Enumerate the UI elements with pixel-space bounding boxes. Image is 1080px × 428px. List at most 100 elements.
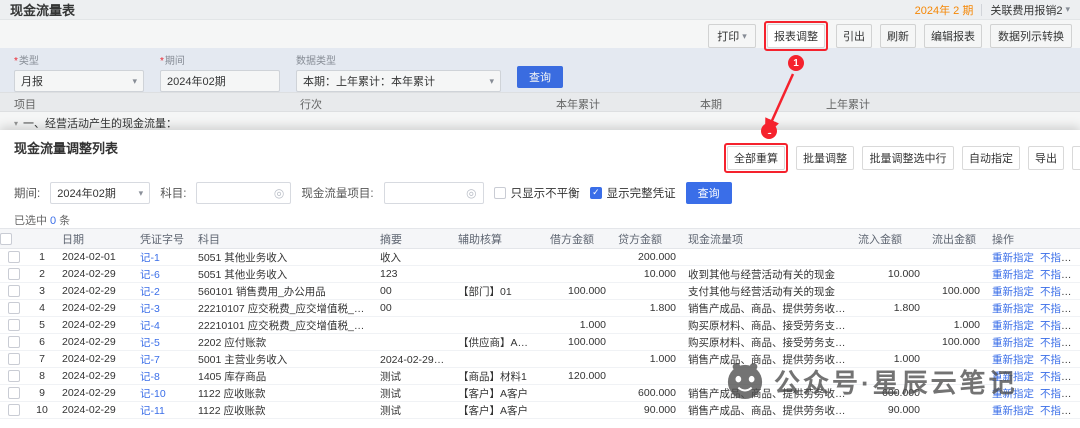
chevron-down-icon: ▾	[742, 32, 747, 41]
checkbox-icon[interactable]	[590, 187, 602, 199]
voucher-link[interactable]: 记-6	[140, 269, 160, 281]
cell-credit	[612, 368, 682, 385]
row-checkbox[interactable]	[8, 336, 20, 348]
report-query-button[interactable]: 查询	[517, 66, 563, 88]
voucher-link[interactable]: 记-11	[140, 405, 165, 417]
data-transform-button[interactable]: 数据列示转换	[990, 24, 1072, 48]
row-checkbox[interactable]	[8, 268, 20, 280]
auto-assign-button[interactable]: 自动指定	[962, 146, 1020, 170]
unassign-link[interactable]: 不指定	[1040, 337, 1072, 349]
reassign-link[interactable]: 重新指定	[992, 371, 1034, 383]
cell-subject: 2202 应付账款	[192, 334, 374, 351]
voucher-link[interactable]: 记-1	[140, 252, 160, 264]
cell-subject: 5051 其他业务收入	[192, 249, 374, 266]
cell-debit	[544, 351, 612, 368]
period-filter-select[interactable]: 2024年02期 ▾	[50, 182, 150, 204]
voucher-link[interactable]: 记-10	[140, 388, 166, 400]
lookup-icon[interactable]: ◎	[466, 187, 476, 199]
report-toolbar: 打印 ▾ 报表调整 1 引出 刷新 编辑报表 数据列示转换	[708, 21, 1072, 51]
clipped-toolbar-button[interactable]	[1072, 146, 1080, 170]
reassign-link[interactable]: 重新指定	[992, 337, 1034, 349]
cell-subject: 1122 应收账款	[192, 402, 374, 419]
batch-adjust-selected-button[interactable]: 批量调整选中行	[862, 146, 954, 170]
data-type-select[interactable]: 本期：上年累计：本年累计 ▾	[296, 70, 501, 92]
cell-voucher: 记-6	[134, 266, 192, 283]
row-checkbox[interactable]	[8, 404, 20, 416]
unassign-link[interactable]: 不指定	[1040, 354, 1072, 366]
row-checkbox[interactable]	[8, 302, 20, 314]
report-column-headers: 项目 行次 本年累计 本期 上年累计	[0, 92, 1080, 112]
period-filter-label: 期间:	[14, 185, 40, 201]
row-checkbox[interactable]	[8, 251, 20, 263]
cell-voucher: 记-7	[134, 351, 192, 368]
print-button[interactable]: 打印 ▾	[708, 24, 756, 48]
row-checkbox[interactable]	[8, 370, 20, 382]
select-all-checkbox[interactable]	[0, 233, 12, 245]
reassign-link[interactable]: 重新指定	[992, 269, 1034, 281]
voucher-link[interactable]: 记-7	[140, 354, 160, 366]
reassign-link[interactable]: 重新指定	[992, 354, 1034, 366]
panel-query-button[interactable]: 查询	[686, 182, 732, 204]
cell-summary: 123	[374, 266, 452, 283]
subject-filter-input[interactable]: ◎	[196, 182, 291, 204]
col-item: 现金流量项	[682, 229, 852, 249]
row-checkbox[interactable]	[8, 387, 20, 399]
voucher-link[interactable]: 记-8	[140, 371, 160, 383]
unassign-link[interactable]: 不指定	[1040, 286, 1072, 298]
collapse-icon[interactable]: ▾	[14, 119, 18, 128]
unassign-link[interactable]: 不指定	[1040, 388, 1072, 400]
cell-outflow	[926, 402, 986, 419]
unassign-link[interactable]: 不指定	[1040, 371, 1072, 383]
cell-voucher: 记-1	[134, 249, 192, 266]
lookup-icon[interactable]: ◎	[274, 187, 284, 199]
refresh-button[interactable]: 刷新	[880, 24, 916, 48]
cell-summary: 收入	[374, 249, 452, 266]
unassign-link[interactable]: 不指定	[1040, 252, 1072, 264]
reassign-link[interactable]: 重新指定	[992, 388, 1034, 400]
unassign-link[interactable]: 不指定	[1040, 303, 1072, 315]
row-checkbox[interactable]	[8, 353, 20, 365]
batch-adjust-button[interactable]: 批量调整	[796, 146, 854, 170]
unassign-link[interactable]: 不指定	[1040, 405, 1072, 417]
row-checkbox-cell	[0, 300, 28, 317]
row-checkbox-cell	[0, 249, 28, 266]
export-list-button[interactable]: 导出	[1028, 146, 1064, 170]
cell-credit	[612, 334, 682, 351]
report-period-input[interactable]: 2024年02期	[160, 70, 280, 92]
unassign-link[interactable]: 不指定	[1040, 269, 1072, 281]
cell-voucher: 记-11	[134, 402, 192, 419]
row-checkbox[interactable]	[8, 319, 20, 331]
col-date: 日期	[56, 229, 134, 249]
unassign-link[interactable]: 不指定	[1040, 320, 1072, 332]
voucher-link[interactable]: 记-3	[140, 303, 160, 315]
unbalanced-only-checkbox[interactable]: 只显示不平衡	[494, 185, 580, 201]
reassign-link[interactable]: 重新指定	[992, 320, 1034, 332]
cashflow-filter-input[interactable]: ◎	[384, 182, 484, 204]
cell-outflow: 100.000	[926, 334, 986, 351]
report-adjust-button[interactable]: 报表调整	[767, 24, 825, 48]
row-checkbox[interactable]	[8, 285, 20, 297]
table-row: 52024-02-29记-422210101 应交税费_应交增值税_进项税额1.…	[0, 317, 1080, 334]
cell-no: 6	[28, 334, 56, 351]
cell-debit: 100.000	[544, 334, 612, 351]
checkbox-icon[interactable]	[494, 187, 506, 199]
reassign-link[interactable]: 重新指定	[992, 286, 1034, 298]
recalc-all-button[interactable]: 全部重算	[727, 146, 785, 170]
voucher-link[interactable]: 记-2	[140, 286, 160, 298]
reassign-link[interactable]: 重新指定	[992, 303, 1034, 315]
show-full-voucher-checkbox[interactable]: 显示完整凭证	[590, 185, 676, 201]
row-checkbox-cell	[0, 385, 28, 402]
cell-no: 9	[28, 385, 56, 402]
chevron-down-icon: ▾	[139, 189, 144, 198]
related-expense-link[interactable]: 关联费用报销2 ▾	[990, 2, 1070, 18]
cell-credit	[612, 317, 682, 334]
voucher-link[interactable]: 记-5	[140, 337, 160, 349]
cell-op: 重新指定不指定	[986, 334, 1080, 351]
report-type-select[interactable]: 月报 ▾	[14, 70, 144, 92]
edit-report-button[interactable]: 编辑报表	[924, 24, 982, 48]
reassign-link[interactable]: 重新指定	[992, 405, 1034, 417]
reassign-link[interactable]: 重新指定	[992, 252, 1034, 264]
cell-voucher: 记-10	[134, 385, 192, 402]
export-button[interactable]: 引出	[836, 24, 872, 48]
voucher-link[interactable]: 记-4	[140, 320, 160, 332]
